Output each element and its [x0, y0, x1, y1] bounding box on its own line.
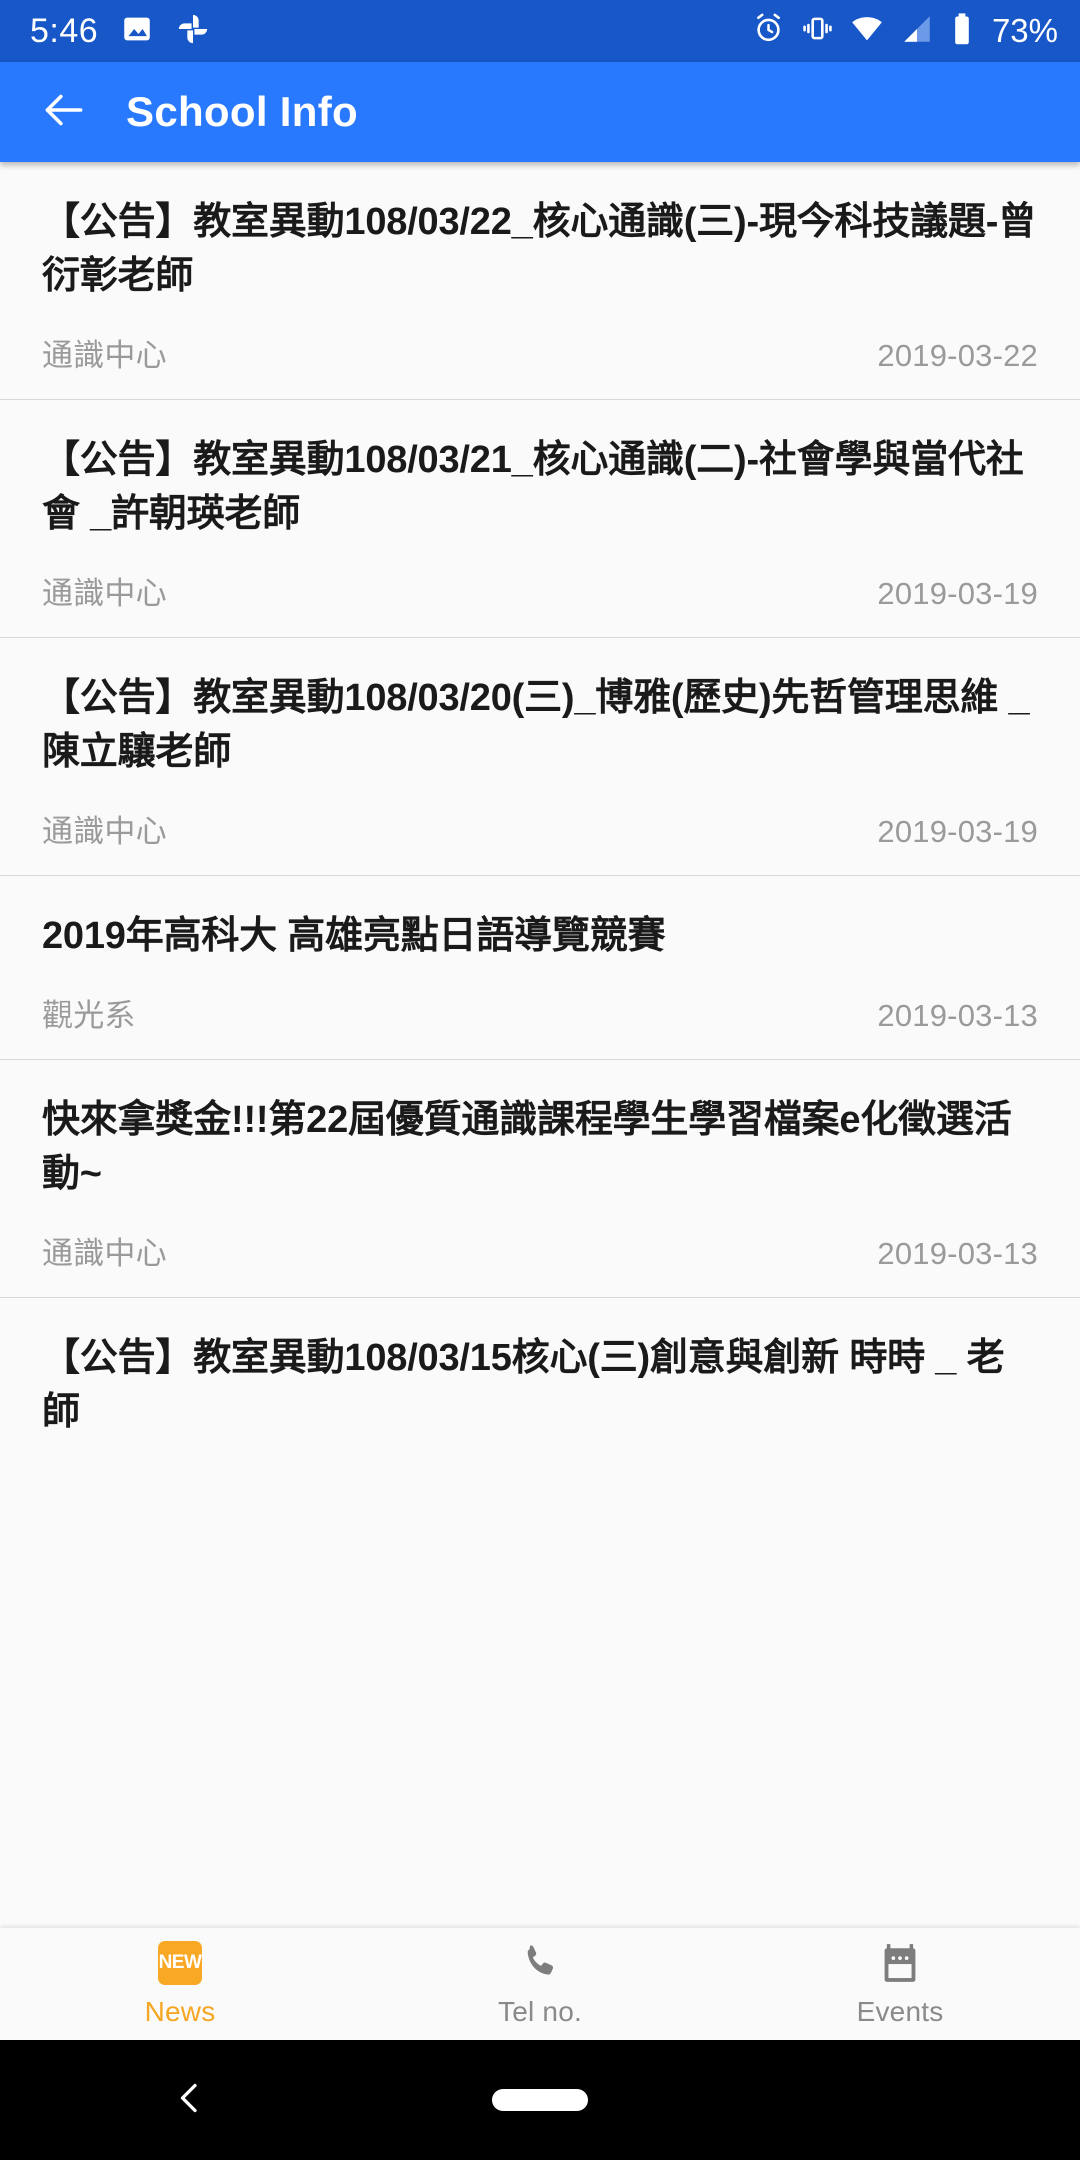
back-button[interactable]	[28, 76, 100, 148]
list-item[interactable]: 【公告】教室異動108/03/20(三)_博雅(歷史)先哲管理思維 _陳立驤老師…	[0, 637, 1080, 876]
news-title: 快來拿獎金!!!第22屆優質通識課程學生學習檔案e化徵選活動~	[42, 1098, 1012, 1195]
android-nav-bar	[0, 2040, 1080, 2160]
tab-events-label: Events	[856, 1996, 944, 2027]
news-meta: 通識中心 2019-03-22	[42, 330, 1038, 375]
new-badge-icon: NEW	[158, 1940, 202, 1986]
alarm-icon	[752, 12, 785, 50]
news-date: 2019-03-13	[877, 997, 1038, 1033]
news-meta: 通識中心 2019-03-19	[42, 806, 1038, 851]
news-list[interactable]: 【公告】教室異動108/03/22_核心通識(三)-現今科技議題-曾衍彰老師 通…	[0, 162, 1080, 1928]
nav-back-chevron-icon[interactable]	[170, 2078, 210, 2123]
news-title: 【公告】教室異動108/03/21_核心通識(二)-社會學與當代社會 _許朝瑛老…	[42, 438, 1024, 535]
list-item[interactable]: 2019年高科大 高雄亮點日語導覽競賽 觀光系 2019-03-13	[0, 875, 1080, 1060]
photo-icon	[120, 12, 154, 51]
bottom-tab-bar: NEW News Tel no. Events	[0, 1928, 1080, 2040]
tab-news-label: News	[144, 1996, 216, 2027]
status-bar-clock: 5:46	[30, 12, 99, 50]
status-bar: 5:46 73%	[0, 0, 1080, 62]
phone-screen: 5:46 73% School Info 【公告】教室異動108/03/22_核…	[0, 0, 1080, 2160]
status-bar-right: 73%	[752, 12, 1058, 51]
nav-home-pill-icon[interactable]	[492, 2089, 588, 2111]
tab-news[interactable]: NEW News	[0, 1928, 360, 2040]
news-source: 通識中心	[42, 337, 167, 373]
list-item[interactable]: 【公告】教室異動108/03/22_核心通識(三)-現今科技議題-曾衍彰老師 通…	[0, 162, 1080, 400]
news-source: 觀光系	[42, 997, 136, 1033]
news-title: 2019年高科大 高雄亮點日語導覽競賽	[42, 914, 666, 957]
news-date: 2019-03-19	[877, 813, 1038, 849]
news-date: 2019-03-13	[877, 1235, 1038, 1271]
list-item[interactable]: 【公告】教室異動108/03/15核心(三)創意與創新 時時 _ 老師	[0, 1297, 1080, 1464]
phone-icon	[518, 1940, 562, 1986]
back-arrow-icon	[39, 85, 89, 140]
news-date: 2019-03-22	[877, 337, 1038, 373]
news-source: 通識中心	[42, 575, 167, 611]
vibrate-icon	[801, 12, 834, 50]
calendar-icon	[879, 1940, 921, 1986]
page-title: School Info	[126, 88, 358, 135]
news-source: 通識中心	[42, 1235, 167, 1271]
status-bar-left: 5:46	[30, 12, 210, 51]
cellular-signal-icon	[900, 12, 934, 51]
list-item[interactable]: 快來拿獎金!!!第22屆優質通識課程學生學習檔案e化徵選活動~ 通識中心 201…	[0, 1059, 1080, 1298]
news-title: 【公告】教室異動108/03/22_核心通識(三)-現今科技議題-曾衍彰老師	[42, 201, 1037, 297]
news-meta: 觀光系 2019-03-13	[42, 990, 1038, 1035]
news-title: 【公告】教室異動108/03/20(三)_博雅(歷史)先哲管理思維 _陳立驤老師	[42, 676, 1030, 773]
battery-icon	[950, 12, 974, 51]
wifi-icon	[850, 12, 884, 51]
news-meta: 通識中心 2019-03-19	[42, 568, 1038, 613]
app-bar: School Info	[0, 62, 1080, 162]
news-date: 2019-03-19	[877, 575, 1038, 611]
list-item[interactable]: 【公告】教室異動108/03/21_核心通識(二)-社會學與當代社會 _許朝瑛老…	[0, 399, 1080, 638]
tab-tel-no-label: Tel no.	[498, 1996, 582, 2027]
news-source: 通識中心	[42, 813, 167, 849]
google-photos-icon	[176, 12, 210, 51]
tab-events[interactable]: Events	[720, 1928, 1080, 2040]
battery-percent-label: 73%	[991, 12, 1058, 49]
tab-tel-no[interactable]: Tel no.	[360, 1928, 720, 2040]
news-title: 【公告】教室異動108/03/15核心(三)創意與創新 時時 _ 老師	[42, 1336, 1005, 1433]
news-meta: 通識中心 2019-03-13	[42, 1228, 1038, 1273]
